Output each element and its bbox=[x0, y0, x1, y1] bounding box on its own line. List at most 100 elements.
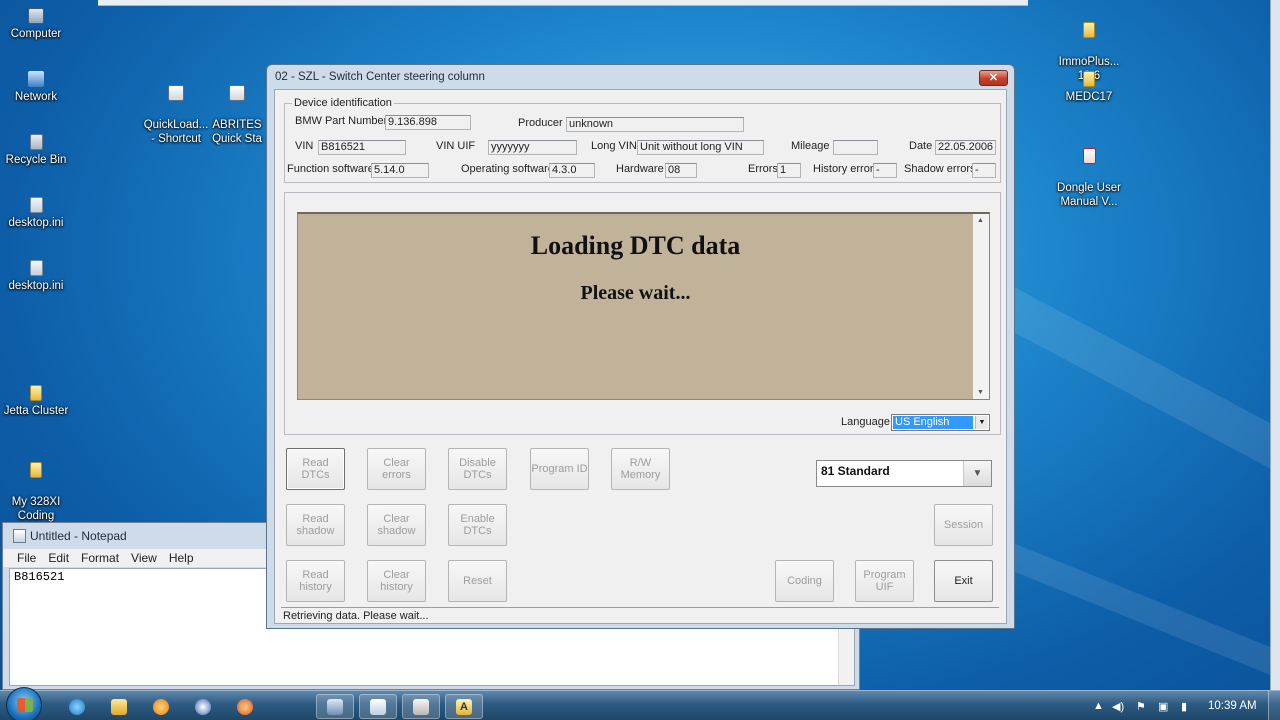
dialog-title-bar[interactable]: 02 - SZL - Switch Center steering column bbox=[267, 65, 1014, 89]
clear-shadow-button[interactable]: Clear shadow bbox=[367, 504, 426, 546]
producer-label: Producer bbox=[518, 117, 563, 129]
language-select[interactable]: US English ▼ bbox=[891, 414, 990, 431]
taskbar-app-orange[interactable] bbox=[226, 694, 264, 719]
desktop-icon-abrites-quick-start[interactable]: ABRITES Quick Sta bbox=[206, 71, 268, 146]
taskbar-app-1[interactable] bbox=[316, 694, 354, 719]
coding-button[interactable]: Coding bbox=[775, 560, 834, 602]
desktop-icon-dongle-user-manual[interactable]: Dongle User Manual V... bbox=[1049, 134, 1129, 209]
scroll-up-icon[interactable]: ▲ bbox=[977, 217, 984, 224]
pdf-icon bbox=[1082, 148, 1096, 164]
function-software-field[interactable]: 5.14.0 bbox=[371, 163, 429, 178]
taskbar-ie[interactable] bbox=[58, 694, 96, 719]
dialog-title: 02 - SZL - Switch Center steering column bbox=[275, 71, 485, 83]
date-field[interactable]: 22.05.2006 bbox=[935, 140, 996, 155]
taskbar-media-player[interactable] bbox=[142, 694, 180, 719]
szl-dialog-window: 02 - SZL - Switch Center steering column… bbox=[266, 64, 1015, 629]
bmw-part-number-field[interactable]: 9.136.898 bbox=[385, 115, 471, 130]
app-icon bbox=[413, 698, 429, 715]
windows-logo-icon bbox=[17, 698, 33, 712]
standard-combo-value: 81 Standard bbox=[821, 464, 890, 478]
language-value: US English bbox=[893, 416, 973, 429]
hardware-field[interactable]: 08 bbox=[665, 163, 697, 178]
notepad-menu-view[interactable]: View bbox=[125, 549, 163, 567]
desktop-icon-jetta-cluster[interactable]: Jetta Cluster bbox=[0, 385, 76, 418]
desktop-icon-label: QuickLoad... - Shortcut bbox=[143, 119, 209, 145]
vin-field[interactable]: B816521 bbox=[318, 140, 406, 155]
disable-dtcs-button[interactable]: Disable DTCs bbox=[448, 448, 507, 490]
desktop-icon-my-328xi-coding[interactable]: My 328XI Coding bbox=[0, 448, 76, 523]
desktop-icon-recycle-bin[interactable]: Recycle Bin bbox=[0, 134, 76, 167]
desktop-icon-desktop-ini-2[interactable]: desktop.ini bbox=[0, 260, 76, 293]
taskbar-notepad[interactable] bbox=[359, 694, 397, 719]
dialog-client-area: Device identification BMW Part Number 9.… bbox=[274, 89, 1007, 624]
program-uif-button[interactable]: Program UIF bbox=[855, 560, 914, 602]
shortcut-icon bbox=[229, 85, 245, 101]
vin-uif-field[interactable]: yyyyyyy bbox=[488, 140, 577, 155]
desktop-icon-label: Computer bbox=[10, 28, 62, 40]
date-label: Date bbox=[909, 140, 933, 152]
errors-field[interactable]: 1 bbox=[777, 163, 801, 178]
read-dtcs-button[interactable]: Read DTCs bbox=[286, 448, 345, 490]
program-id-button[interactable]: Program ID bbox=[530, 448, 589, 490]
loading-subtitle: Please wait... bbox=[580, 282, 691, 304]
desktop-icon-medc17[interactable]: MEDC17 bbox=[1049, 71, 1129, 104]
scroll-down-icon[interactable]: ▼ bbox=[977, 389, 984, 396]
notepad-menu-file[interactable]: File bbox=[11, 549, 42, 567]
history-errors-field[interactable]: - bbox=[873, 163, 897, 178]
desktop-icon-label: desktop.ini bbox=[8, 280, 64, 292]
standard-combo[interactable]: 81 Standard ▼ bbox=[816, 460, 992, 487]
flag-icon[interactable]: ⚑ bbox=[1136, 700, 1146, 713]
battery-icon[interactable]: ▮ bbox=[1181, 700, 1187, 713]
mileage-field[interactable] bbox=[833, 140, 878, 155]
dtc-scrollbar[interactable]: ▲ ▼ bbox=[973, 214, 989, 399]
shortcut-icon bbox=[168, 85, 184, 101]
desktop-icon-network[interactable]: Network bbox=[0, 71, 76, 104]
desktop-icon-desktop-ini-1[interactable]: desktop.ini bbox=[0, 197, 76, 230]
operating-software-field[interactable]: 4.3.0 bbox=[549, 163, 595, 178]
exit-button[interactable]: Exit bbox=[934, 560, 993, 602]
shadow-errors-field[interactable]: - bbox=[972, 163, 996, 178]
taskbar-app-3[interactable] bbox=[402, 694, 440, 719]
network-icon bbox=[28, 71, 44, 87]
bmw-part-number-label: BMW Part Number bbox=[295, 115, 388, 127]
history-errors-label: History errors bbox=[813, 163, 880, 175]
read-history-button[interactable]: Read history bbox=[286, 560, 345, 602]
taskbar-abrites[interactable]: A bbox=[445, 694, 483, 719]
clear-history-button[interactable]: Clear history bbox=[367, 560, 426, 602]
notepad-menu-help[interactable]: Help bbox=[163, 549, 200, 567]
loading-title: Loading DTC data bbox=[530, 231, 741, 260]
notepad-content: B816521 bbox=[14, 570, 65, 584]
close-button[interactable]: ✕ bbox=[979, 70, 1008, 86]
notepad-menu-format[interactable]: Format bbox=[75, 549, 125, 567]
desktop-icon-quickload-shortcut[interactable]: QuickLoad... - Shortcut bbox=[136, 71, 216, 146]
folder-icon bbox=[30, 385, 42, 401]
taskbar-explorer[interactable] bbox=[100, 694, 138, 719]
internet-explorer-icon bbox=[69, 698, 85, 715]
globe-icon bbox=[195, 698, 211, 715]
enable-dtcs-button[interactable]: Enable DTCs bbox=[448, 504, 507, 546]
rw-memory-button[interactable]: R/W Memory bbox=[611, 448, 670, 490]
show-desktop-button[interactable] bbox=[1268, 691, 1280, 720]
function-software-label: Function software bbox=[287, 163, 374, 175]
close-icon: ✕ bbox=[988, 72, 999, 84]
taskbar-app-globe[interactable] bbox=[184, 694, 222, 719]
reset-button[interactable]: Reset bbox=[448, 560, 507, 602]
desktop-icon-computer[interactable]: Computer bbox=[0, 8, 76, 41]
volume-icon[interactable]: ◀) bbox=[1112, 700, 1124, 713]
clear-errors-button[interactable]: Clear errors bbox=[367, 448, 426, 490]
tray-expand-icon[interactable]: ▲ bbox=[1093, 700, 1104, 712]
computer-icon bbox=[28, 8, 44, 24]
network-tray-icon[interactable]: ▣ bbox=[1158, 700, 1168, 713]
producer-field[interactable]: unknown bbox=[566, 117, 744, 132]
session-button[interactable]: Session bbox=[934, 504, 993, 546]
notepad-icon bbox=[13, 529, 26, 543]
notepad-menu-edit[interactable]: Edit bbox=[42, 549, 75, 567]
chevron-down-icon[interactable]: ▼ bbox=[975, 416, 988, 429]
start-button[interactable] bbox=[6, 687, 42, 720]
read-shadow-button[interactable]: Read shadow bbox=[286, 504, 345, 546]
taskbar: A ▲ ◀) ⚑ ▣ ▮ 10:39 AM bbox=[0, 687, 1280, 720]
long-vin-field[interactable]: Unit without long VIN bbox=[637, 140, 764, 155]
clock[interactable]: 10:39 AM bbox=[1208, 700, 1257, 712]
chevron-down-icon[interactable]: ▼ bbox=[963, 461, 991, 486]
shadow-errors-label: Shadow errors bbox=[904, 163, 976, 175]
